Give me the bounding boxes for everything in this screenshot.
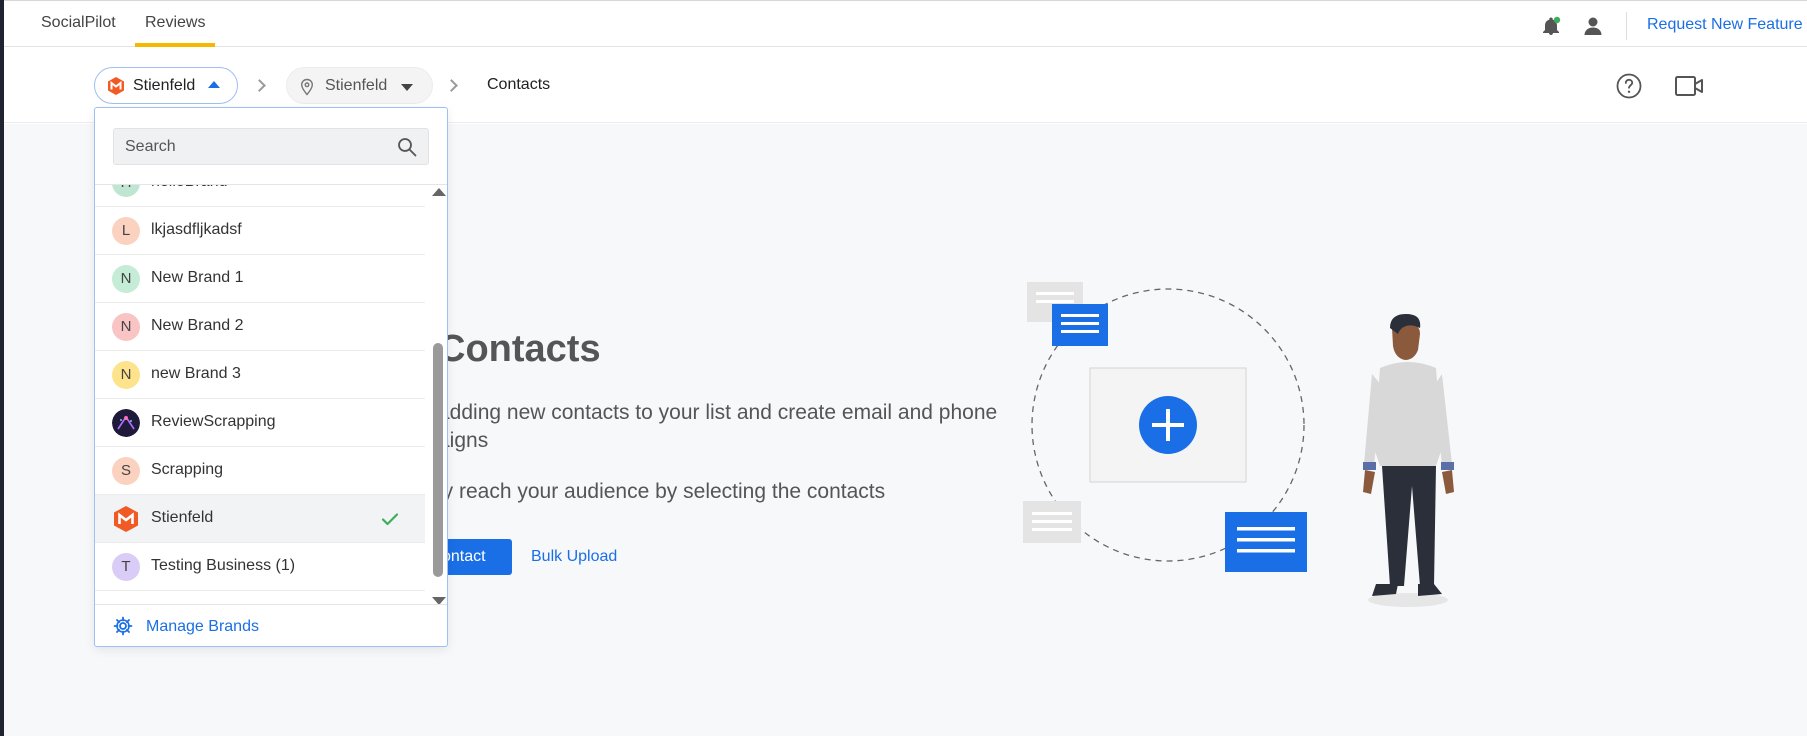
brand-item-new-brand-1[interactable]: N New Brand 1 (95, 255, 425, 303)
nav-divider (1626, 12, 1627, 40)
dropdown-divider (95, 604, 447, 605)
check-icon (381, 513, 399, 526)
brand-item-label: lkjasdfljkadsf (151, 221, 242, 238)
brand-item-label: Scrapping (151, 461, 224, 478)
request-new-feature-link[interactable]: Request New Feature (1647, 16, 1803, 34)
brand-item-label: New Brand 1 (151, 269, 244, 286)
brand-item-label: new Brand 3 (151, 365, 241, 382)
brand-item-label: helloBrand (151, 185, 228, 191)
brand-list: H helloBrand L lkjasdfljkadsf N New Bran… (95, 185, 425, 605)
reviewscrapping-logo-icon (112, 409, 140, 437)
brand-item-lkjasdfljkadsf[interactable]: L lkjasdfljkadsf (95, 207, 425, 255)
breadcrumb-current-page: Contacts (487, 76, 551, 93)
help-icon[interactable] (1616, 73, 1642, 99)
stienfeld-logo-icon (114, 506, 138, 532)
brand-logo-icon (108, 77, 124, 95)
user-icon[interactable] (1582, 15, 1604, 37)
brand-item-label: ReviewScrapping (151, 413, 276, 430)
brand-item-testing-business[interactable]: T Testing Business (1) (95, 543, 425, 591)
brand-selector[interactable]: Stienfeld (94, 67, 238, 104)
brand-item-scrapping[interactable]: S Scrapping (95, 447, 425, 495)
manage-brands-link[interactable]: Manage Brands (113, 612, 353, 640)
scrollbar-thumb[interactable] (433, 343, 443, 577)
brand-item-stienfeld[interactable]: Stienfeld (95, 495, 425, 543)
chevron-right-icon (445, 79, 458, 92)
caret-down-icon (401, 84, 413, 91)
caret-up-icon (208, 81, 220, 88)
search-icon[interactable] (397, 137, 417, 157)
tab-socialpilot[interactable]: SocialPilot (41, 14, 116, 32)
brand-item-label: Stienfeld (151, 509, 214, 526)
location-selector[interactable]: Stienfeld (286, 67, 433, 104)
avatar: N (112, 313, 140, 341)
video-icon[interactable] (1674, 74, 1704, 98)
gear-icon (113, 616, 133, 636)
bell-icon[interactable] (1540, 15, 1562, 37)
top-nav: SocialPilot Reviews Request New Feature (4, 6, 1807, 47)
brand-item-hellobrand[interactable]: H helloBrand (95, 185, 425, 207)
avatar: N (112, 265, 140, 293)
brand-selector-label: Stienfeld (133, 77, 196, 94)
contacts-illustration (1023, 282, 1454, 607)
brand-item-reviewscrapping[interactable]: ReviewScrapping (95, 399, 425, 447)
empty-state-description: adding new contacts to your list and cre… (438, 401, 998, 424)
chevron-right-icon (253, 79, 266, 92)
add-contact-button[interactable]: ontact (438, 539, 512, 575)
brand-item-label: New Brand 2 (151, 317, 244, 334)
avatar: L (112, 217, 140, 245)
avatar: T (112, 553, 140, 581)
brand-item-new-brand-3[interactable]: N new Brand 3 (95, 351, 425, 399)
scroll-up-arrow-icon[interactable] (432, 188, 446, 196)
manage-brands-label: Manage Brands (146, 618, 259, 635)
brand-item-label: Testing Business (1) (151, 557, 296, 574)
avatar: S (112, 457, 140, 485)
empty-state-subtext: ly reach your audience by selecting the … (438, 480, 886, 503)
avatar: H (112, 185, 140, 197)
brand-item-new-brand-2[interactable]: N New Brand 2 (95, 303, 425, 351)
bulk-upload-link[interactable]: Bulk Upload (531, 548, 617, 566)
dropdown-scrollbar[interactable] (430, 188, 446, 606)
brand-dropdown: H helloBrand L lkjasdfljkadsf N New Bran… (94, 107, 448, 647)
avatar: N (112, 361, 140, 389)
location-pin-icon (300, 78, 314, 96)
tab-reviews[interactable]: Reviews (145, 14, 205, 32)
location-selector-label: Stienfeld (325, 77, 388, 94)
page-title: Contacts (438, 328, 601, 370)
brand-search-input[interactable] (114, 129, 384, 164)
brand-search (113, 128, 429, 165)
